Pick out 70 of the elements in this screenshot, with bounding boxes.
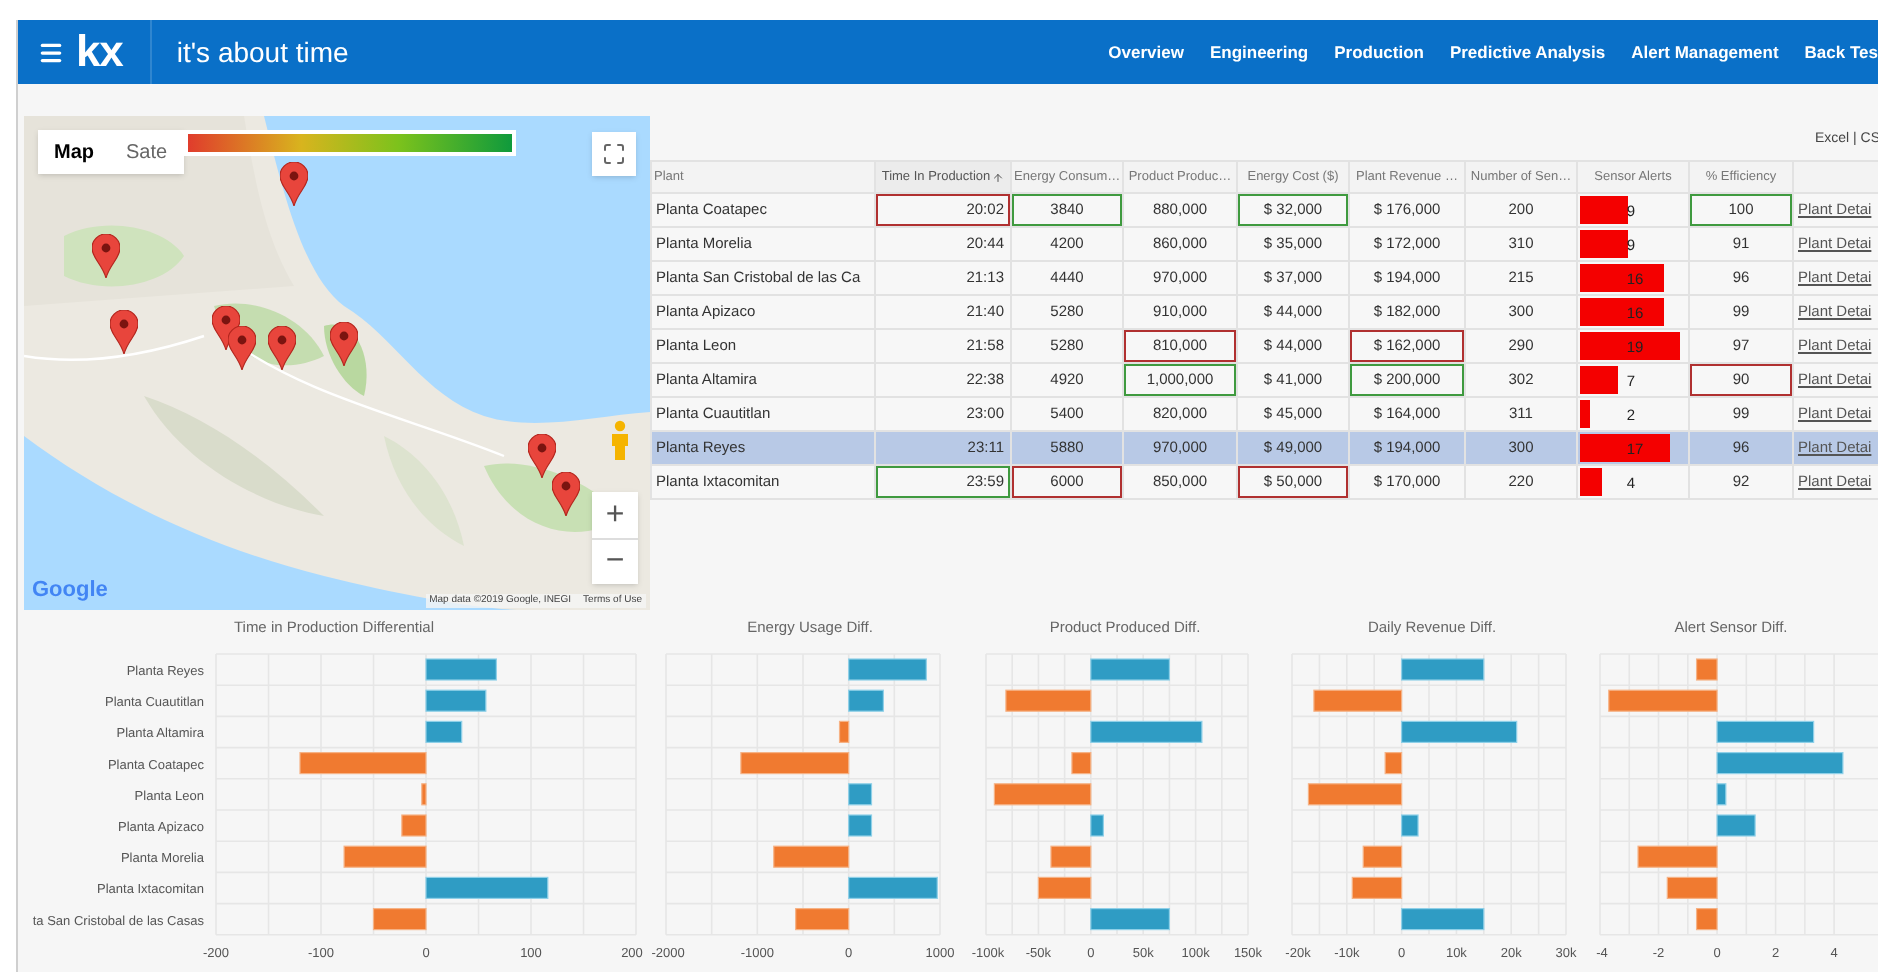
- nav-link[interactable]: Overview: [1108, 39, 1184, 65]
- chart-bar: [1608, 689, 1718, 712]
- nav-link[interactable]: Back Tes: [1804, 39, 1878, 65]
- chart-bar: [425, 720, 463, 743]
- logo: kx: [76, 30, 123, 74]
- chart-bar: [773, 845, 850, 868]
- chart-bar: [740, 752, 850, 775]
- chart-bar: [401, 814, 427, 837]
- zoom-in-button[interactable]: +: [592, 492, 638, 538]
- zoom-out-button[interactable]: −: [592, 538, 638, 584]
- nav-link[interactable]: Engineering: [1209, 39, 1309, 65]
- map-pin-icon[interactable]: [268, 326, 296, 370]
- chart-bar: [1695, 658, 1718, 681]
- chart-bar: [1090, 658, 1170, 681]
- map-pin-icon[interactable]: [110, 310, 138, 354]
- chart-bar: [1716, 783, 1727, 806]
- chart-bar: [1401, 720, 1518, 743]
- chart-bar: [1050, 845, 1092, 868]
- map-type-tab[interactable]: Sate: [110, 130, 184, 174]
- chart-bar: [848, 814, 873, 837]
- map-pin-icon[interactable]: [330, 322, 358, 366]
- chart-bar: [425, 876, 549, 899]
- chart-bar: [299, 752, 427, 775]
- nav-link[interactable]: Production: [1334, 39, 1424, 65]
- map-pin-icon[interactable]: [92, 234, 120, 278]
- sort-ascending-icon: [992, 171, 1005, 183]
- chart-bar: [848, 689, 884, 712]
- chart-bar: [343, 845, 427, 868]
- chart-bar: [1313, 689, 1403, 712]
- chart-bar: [838, 720, 850, 743]
- map-type-tab[interactable]: Map: [38, 130, 110, 174]
- chart-bar: [1637, 845, 1718, 868]
- chart-bar: [1362, 845, 1403, 868]
- menu-icon[interactable]: [38, 39, 64, 65]
- chart-bar: [421, 783, 427, 806]
- chart-bar: [1716, 720, 1815, 743]
- map-pin-icon[interactable]: [280, 162, 308, 206]
- chart-bar: [1351, 876, 1403, 899]
- chart-bar: [848, 783, 873, 806]
- nav-link[interactable]: Alert Management: [1631, 39, 1779, 65]
- chart-bar: [1090, 720, 1203, 743]
- fullscreen-icon: [602, 142, 626, 166]
- chart-bar: [848, 876, 938, 899]
- chart-bar: [1307, 783, 1403, 806]
- chart-bar: [1401, 908, 1485, 931]
- chart-bar: [1401, 658, 1485, 681]
- map-logo: Google: [32, 575, 108, 605]
- chart-bar: [1071, 752, 1092, 775]
- chart-bar: [1401, 814, 1419, 837]
- chart-bar: [1716, 752, 1844, 775]
- chart-bar: [1090, 814, 1104, 837]
- map-pin-icon[interactable]: [228, 326, 256, 370]
- chart-bar: [425, 689, 487, 712]
- map-pin-icon[interactable]: [528, 434, 556, 478]
- chart-bar: [848, 658, 927, 681]
- chart-bar: [1384, 752, 1403, 775]
- chart-bar: [993, 783, 1092, 806]
- chart-bar: [1716, 814, 1756, 837]
- chart-bar: [1037, 876, 1092, 899]
- chart-bar: [795, 908, 850, 931]
- chart-bar: [1695, 908, 1718, 931]
- map-pin-icon[interactable]: [552, 472, 580, 516]
- chart-bar: [1090, 908, 1170, 931]
- nav-link[interactable]: Predictive Analysis: [1449, 39, 1606, 65]
- chart-bar: [1005, 689, 1092, 712]
- chart-bar: [1666, 876, 1718, 899]
- chart-bar: [425, 658, 497, 681]
- chart-bar: [372, 908, 427, 931]
- tagline: it's about time: [176, 33, 349, 71]
- fullscreen-button[interactable]: [592, 132, 636, 176]
